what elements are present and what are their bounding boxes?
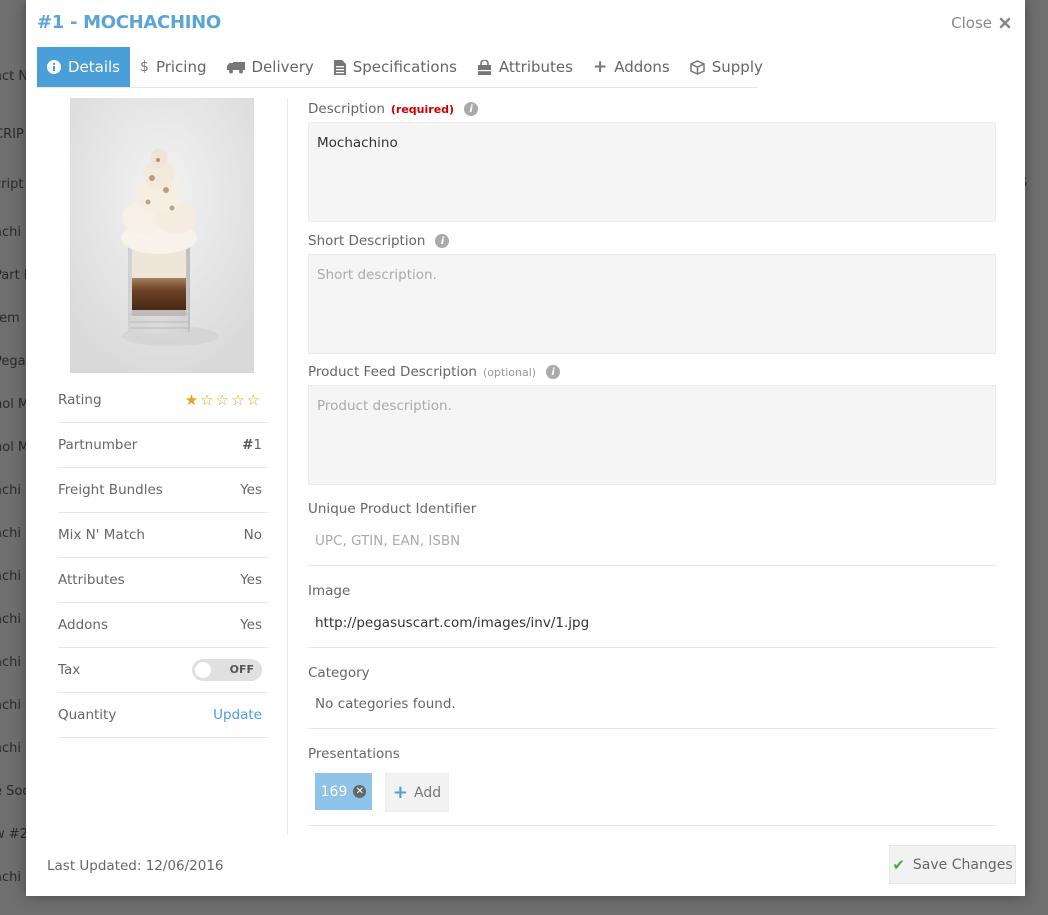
tax-label: Tax	[58, 662, 81, 678]
divider	[308, 728, 996, 729]
divider	[308, 565, 996, 566]
feed-description-field[interactable]: Product description.	[308, 385, 996, 485]
presentation-chip[interactable]: 169 ✕	[315, 773, 372, 810]
cube-icon	[690, 59, 705, 75]
toggle-knob	[195, 662, 211, 678]
star-empty-icon[interactable]: ☆	[231, 392, 244, 408]
attributes-value: Yes	[240, 572, 262, 588]
rating-stars[interactable]: ★ ☆ ☆ ☆ ☆	[185, 392, 260, 408]
tab-bar: Details $ Pricing Delivery Specification…	[37, 47, 763, 88]
attributes-row: Attributes Yes	[58, 558, 268, 603]
short-description-label: Short Description i	[308, 233, 450, 249]
quantity-update-link[interactable]: Update	[213, 707, 262, 723]
partnumber-number: 1	[253, 437, 262, 453]
tab-label: Delivery	[251, 58, 314, 76]
tab-label: Attributes	[498, 58, 573, 76]
close-icon	[999, 17, 1011, 29]
plus-icon: +	[592, 57, 608, 77]
rating-row: Rating ★ ☆ ☆ ☆ ☆	[58, 378, 268, 423]
truck-icon	[226, 61, 245, 74]
last-updated: Last Updated: 12/06/2016	[47, 858, 224, 874]
remove-icon[interactable]: ✕	[353, 785, 367, 798]
tab-label: Specifications	[352, 58, 457, 76]
tab-specifications[interactable]: Specifications	[324, 47, 467, 87]
tab-delivery[interactable]: Delivery	[217, 47, 324, 87]
partnumber-label: Partnumber	[58, 437, 138, 453]
addons-value: Yes	[240, 617, 262, 633]
divider	[308, 647, 996, 648]
mix-label: Mix N' Match	[58, 527, 145, 543]
addons-label: Addons	[58, 617, 108, 633]
freight-label: Freight Bundles	[58, 482, 163, 498]
addons-row: Addons Yes	[58, 603, 268, 648]
hash-icon: #	[242, 437, 254, 453]
partnumber-row: Partnumber #1	[58, 423, 268, 468]
close-button[interactable]: Close	[951, 14, 1011, 32]
product-image	[70, 98, 254, 373]
partnumber-value: #1	[242, 437, 262, 453]
product-modal: #1 - MOCHACHINO Close Details $ Pricing …	[26, 0, 1025, 896]
info-icon[interactable]: i	[435, 234, 450, 248]
upi-field[interactable]: UPC, GTIN, EAN, ISBN	[315, 533, 460, 549]
description-field[interactable]: Mochachino	[308, 122, 996, 222]
info-icon	[47, 60, 61, 74]
chip-label: 169	[320, 783, 348, 800]
tab-label: Pricing	[155, 58, 207, 76]
image-url-field[interactable]: http://pegasuscart.com/images/inv/1.jpg	[315, 615, 589, 631]
quantity-row: Quantity Update	[58, 693, 268, 738]
tab-attributes[interactable]: Attributes	[467, 47, 583, 87]
feed-description-label: Product Feed Description (optional) i	[308, 364, 561, 380]
toggle-state: OFF	[229, 663, 254, 676]
tab-label: Details	[68, 58, 121, 76]
tab-details[interactable]: Details	[37, 47, 131, 87]
required-badge: (required)	[390, 102, 455, 116]
tab-pricing[interactable]: $ Pricing	[130, 47, 216, 87]
modal-title: #1 - MOCHACHINO	[37, 12, 221, 33]
tax-toggle[interactable]: OFF	[192, 659, 262, 681]
close-label: Close	[951, 14, 992, 32]
attributes-label: Attributes	[58, 572, 125, 588]
mix-row: Mix N' Match No	[58, 513, 268, 558]
star-empty-icon[interactable]: ☆	[200, 392, 213, 408]
star-empty-icon[interactable]: ☆	[247, 392, 260, 408]
presentations-label: Presentations	[308, 746, 400, 762]
feed-description-label-text: Product Feed Description	[308, 364, 477, 380]
tax-row: Tax OFF	[58, 648, 268, 693]
mix-value: No	[243, 527, 262, 543]
category-label: Category	[308, 665, 370, 681]
short-description-label-text: Short Description	[308, 233, 426, 249]
tab-label: Addons	[614, 58, 670, 76]
upi-label: Unique Product Identifier	[308, 501, 477, 517]
star-empty-icon[interactable]: ☆	[216, 392, 229, 408]
category-value: No categories found.	[315, 696, 456, 712]
freight-row: Freight Bundles Yes	[58, 468, 268, 513]
rating-label: Rating	[58, 392, 102, 408]
description-label-text: Description	[308, 101, 385, 117]
short-description-field[interactable]: Short description.	[308, 254, 996, 354]
tab-addons[interactable]: + Addons	[583, 47, 680, 87]
divider	[308, 825, 996, 826]
dollar-icon: $	[140, 59, 149, 75]
save-changes-button[interactable]: ✔ Save Changes	[889, 845, 1016, 884]
add-label: Add	[413, 784, 442, 801]
image-label: Image	[308, 583, 351, 599]
column-divider	[287, 98, 288, 835]
document-icon	[333, 59, 346, 75]
save-label: Save Changes	[912, 856, 1013, 873]
plus-icon: +	[392, 782, 408, 803]
tab-label: Supply	[711, 58, 763, 76]
freight-value: Yes	[240, 482, 262, 498]
tab-supply[interactable]: Supply	[680, 47, 773, 87]
description-label: Description (required) i	[308, 101, 479, 117]
shopping-bag-icon	[477, 59, 492, 75]
star-icon[interactable]: ★	[185, 392, 198, 408]
check-icon: ✔	[892, 855, 905, 874]
info-icon[interactable]: i	[546, 365, 561, 379]
add-presentation-button[interactable]: + Add	[385, 773, 449, 812]
info-icon[interactable]: i	[464, 102, 479, 116]
optional-badge: (optional)	[482, 365, 537, 379]
quantity-label: Quantity	[58, 707, 117, 723]
